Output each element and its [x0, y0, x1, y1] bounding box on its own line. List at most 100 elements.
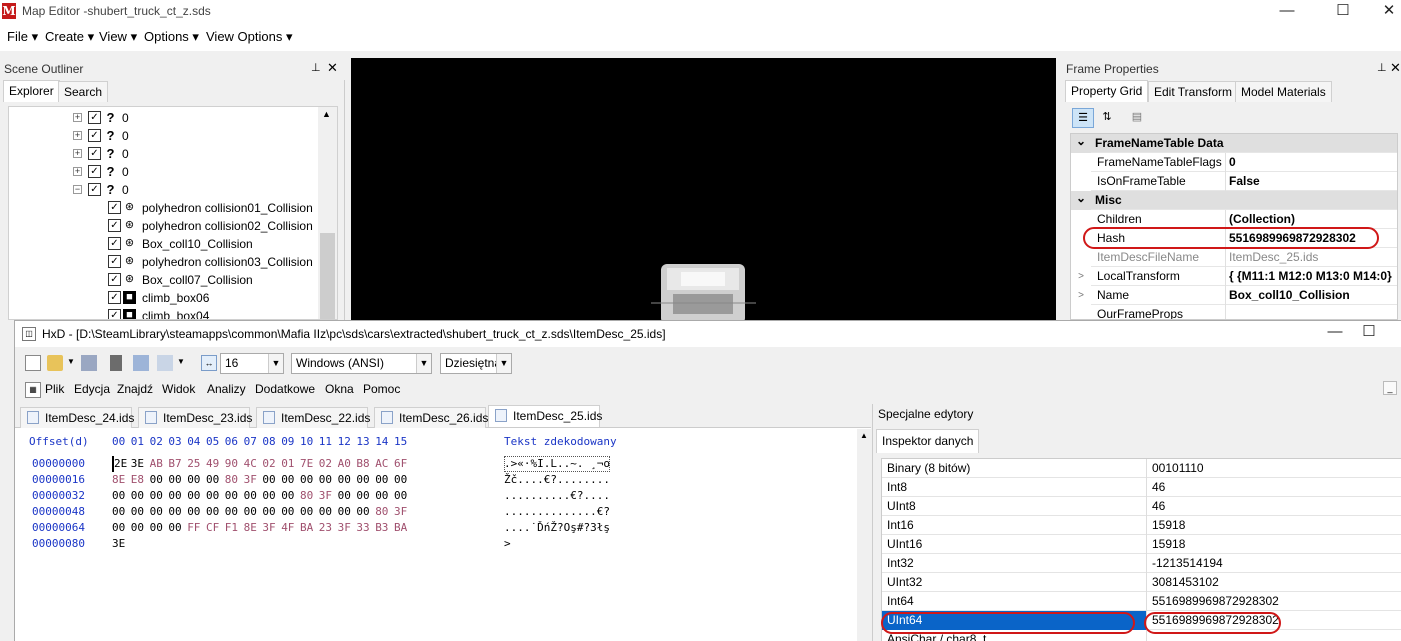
checkbox[interactable]: ✓ [88, 111, 101, 124]
hex-byte[interactable]: 00 [356, 504, 369, 520]
hex-byte[interactable]: 00 [262, 472, 275, 488]
tab-data-inspector[interactable]: Inspektor danych [876, 429, 980, 453]
file-tab[interactable]: ItemDesc_22.ids [256, 407, 370, 428]
row-gutter[interactable]: > [1071, 267, 1091, 286]
hex-byte[interactable]: 00 [244, 504, 257, 520]
menu-znajdz[interactable]: Znajdź [117, 382, 153, 396]
tree-expander-icon[interactable]: + [73, 131, 82, 140]
hex-byte[interactable]: 00 [206, 504, 219, 520]
open-ram-icon[interactable] [133, 355, 149, 371]
hex-byte[interactable]: 4C [244, 456, 257, 472]
hex-byte[interactable]: 00 [338, 472, 351, 488]
hex-byte[interactable]: 90 [225, 456, 238, 472]
encoding-select[interactable]: Windows (ANSI) ▼ [291, 353, 432, 374]
inspector-row[interactable]: UInt16 15918 [882, 535, 1401, 554]
menu-dodatkowe[interactable]: Dodatkowe [255, 382, 315, 396]
menu-analizy[interactable]: Analizy [207, 382, 246, 396]
hex-byte[interactable]: 00 [281, 472, 294, 488]
checkbox[interactable]: ✓ [108, 237, 121, 250]
menu-view[interactable]: View ▾ [99, 29, 137, 45]
hex-byte[interactable]: 7E [300, 456, 313, 472]
checkbox[interactable]: ✓ [88, 129, 101, 142]
tree-item[interactable]: ✓ ⊛ polyhedron collision02_Collision [9, 217, 319, 235]
number-base-select[interactable]: Dziesiętna ▼ [440, 353, 512, 374]
hex-byte[interactable]: 2E [112, 456, 127, 472]
menu-options[interactable]: Options ▾ [144, 29, 199, 45]
property-row[interactable]: > Name Box_coll10_Collision [1071, 286, 1397, 305]
property-pages-icon[interactable]: ▤ [1126, 108, 1148, 128]
hex-byte[interactable]: 80 [225, 472, 238, 488]
categorized-view-icon[interactable]: ☰ [1072, 108, 1094, 128]
inspector-row[interactable]: UInt8 46 [882, 497, 1401, 516]
hex-byte[interactable]: 00 [150, 504, 163, 520]
hex-byte[interactable]: 80 [300, 488, 313, 504]
tab-model-materials[interactable]: Model Materials [1235, 81, 1332, 102]
tree-item[interactable]: ✓ ⊛ Box_coll10_Collision [9, 235, 319, 253]
hex-byte[interactable]: 00 [338, 488, 351, 504]
hex-dump[interactable]: Offset(d) 00 01 02 03 04 05 06 07 08 09 10 11 12 13 14 1… [15, 428, 855, 641]
menu-okna[interactable]: Okna [325, 382, 354, 396]
tree-item[interactable]: ✓ ⊛ polyhedron collision03_Collision [9, 253, 319, 271]
tree-item[interactable]: + ✓? 0 [9, 145, 319, 163]
hex-byte[interactable]: 3E [131, 456, 144, 472]
open-disk-icon[interactable] [110, 355, 122, 371]
checkbox[interactable]: ✓ [108, 255, 121, 268]
hex-byte[interactable]: B8 [356, 456, 369, 472]
hex-byte[interactable]: 00 [394, 472, 407, 488]
hex-byte[interactable]: F1 [225, 520, 238, 536]
open-folder-icon[interactable] [47, 355, 63, 371]
tab-edit-transform[interactable]: Edit Transform [1148, 81, 1239, 102]
scrollbar-thumb[interactable] [320, 233, 335, 319]
hex-byte[interactable]: E8 [131, 472, 144, 488]
hex-byte[interactable]: 00 [131, 488, 144, 504]
tree-expander-icon[interactable]: − [73, 185, 82, 194]
hex-byte[interactable]: 02 [319, 456, 332, 472]
inspector-row[interactable]: Int64 5516989969872928302 [882, 592, 1401, 611]
inspector-value[interactable]: 46 [1152, 478, 1165, 497]
hex-byte[interactable]: AB [150, 456, 163, 472]
hex-byte[interactable]: 8E [112, 472, 125, 488]
hex-byte[interactable]: 00 [375, 488, 388, 504]
hex-byte[interactable]: 00 [262, 504, 275, 520]
tree-item[interactable]: ✓ ⊛ Box_coll07_Collision [9, 271, 319, 289]
hex-byte[interactable]: 00 [206, 472, 219, 488]
hex-byte[interactable]: 00 [112, 520, 125, 536]
maximize-button[interactable]: ☐ [1320, 0, 1366, 24]
property-row[interactable]: FrameNameTableFlags 0 [1071, 153, 1397, 172]
hex-byte[interactable]: 00 [281, 504, 294, 520]
menu-create[interactable]: Create ▾ [45, 29, 94, 45]
hex-byte[interactable]: 00 [394, 488, 407, 504]
hex-byte[interactable]: 02 [262, 456, 275, 472]
scroll-up-icon[interactable]: ▲ [322, 109, 331, 119]
tree-item[interactable]: + ✓? 0 [9, 127, 319, 145]
bytes-per-row-select[interactable]: 16 ▼ [220, 353, 284, 374]
decoded-text[interactable]: ..............€? [504, 504, 610, 520]
tab-explorer[interactable]: Explorer [3, 80, 60, 102]
property-row[interactable]: OurFrameProps [1071, 305, 1397, 319]
hex-byte[interactable]: 00 [319, 472, 332, 488]
hex-scrollbar[interactable]: ▲ [857, 429, 871, 641]
inspector-value[interactable]: 46 [1152, 497, 1165, 516]
new-file-icon[interactable] [25, 355, 41, 371]
hex-byte[interactable]: 00 [356, 488, 369, 504]
hex-byte[interactable]: 3F [262, 520, 275, 536]
property-value[interactable]: ItemDesc_25.ids [1229, 248, 1318, 267]
menu-file[interactable]: File ▾ [7, 29, 38, 45]
hxd-maximize-button[interactable]: ☐ [1346, 321, 1392, 345]
close-icon[interactable]: ✕ [1390, 60, 1401, 76]
hex-byte[interactable]: 00 [168, 504, 181, 520]
menu-widok[interactable]: Widok [162, 382, 195, 396]
3d-viewport[interactable] [351, 58, 1056, 320]
hex-byte[interactable]: BA [394, 520, 407, 536]
hex-byte[interactable]: 25 [187, 456, 200, 472]
checkbox[interactable]: ✓ [108, 201, 121, 214]
hex-byte[interactable]: 33 [356, 520, 369, 536]
tree-expander-icon[interactable]: + [73, 167, 82, 176]
pin-icon[interactable]: ⊥ [1377, 61, 1387, 74]
inspector-row[interactable]: Int16 15918 [882, 516, 1401, 535]
menu-view-options[interactable]: View Options ▾ [206, 29, 293, 45]
hex-byte[interactable]: 00 [356, 472, 369, 488]
checkbox[interactable]: ✓ [108, 291, 121, 304]
hex-byte[interactable]: 00 [187, 504, 200, 520]
hex-byte[interactable]: 00 [150, 520, 163, 536]
